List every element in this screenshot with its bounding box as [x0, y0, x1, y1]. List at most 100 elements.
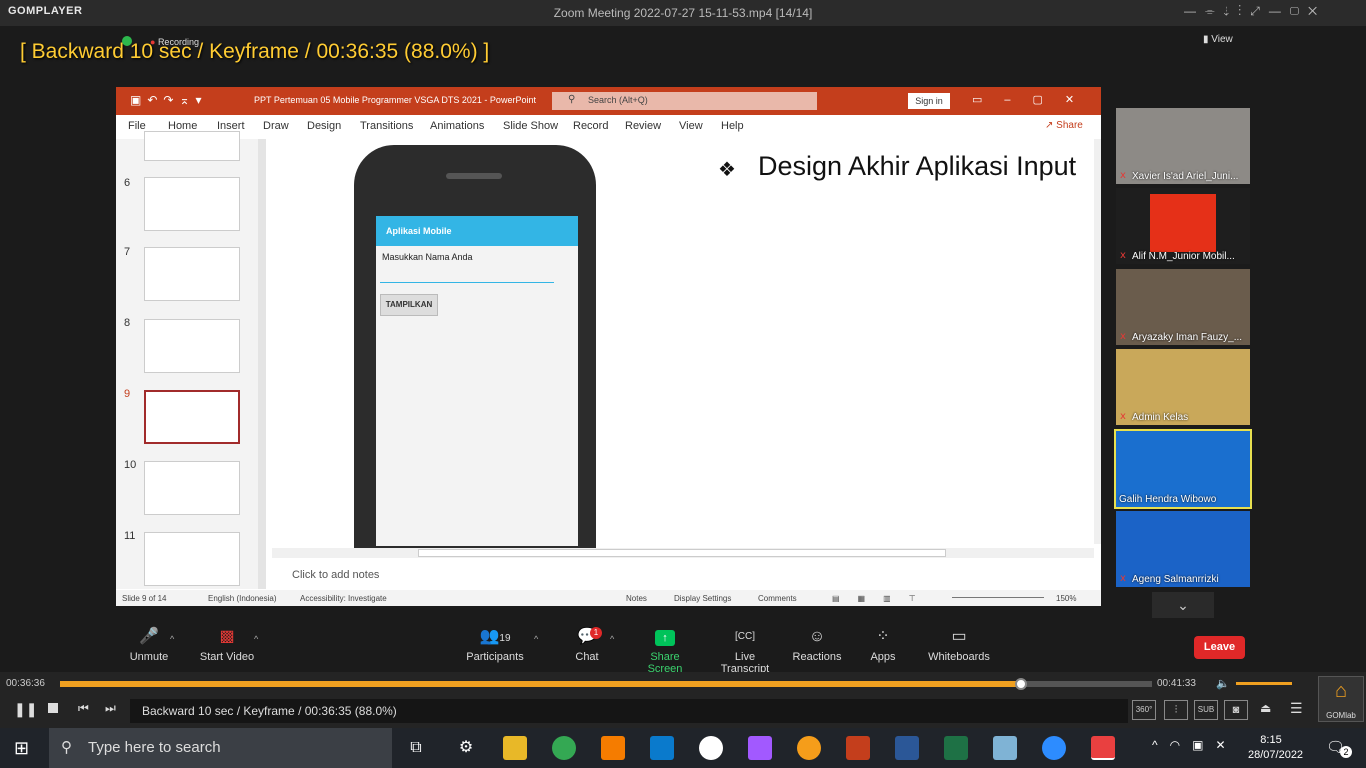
start-video-button[interactable]: ▩ Start Video: [198, 626, 256, 663]
participant-tile[interactable]: ⅹ Admin Kelas: [1116, 349, 1250, 425]
whiteboard-icon: ▭: [951, 628, 967, 645]
zoom-icon[interactable]: [1042, 736, 1066, 760]
participant-tile-active-speaker[interactable]: Galih Hendra Wibowo: [1114, 429, 1252, 509]
thumbnail-scrollbar[interactable]: [258, 139, 266, 589]
participant-tile[interactable]: ⅹ Alif N.M_Junior Mobil...: [1116, 188, 1250, 264]
search-placeholder: Search (Alt+Q): [588, 95, 648, 105]
settings-icon[interactable]: ⚙: [454, 736, 478, 760]
subtitle-button[interactable]: SUB: [1194, 700, 1218, 720]
display-settings-button[interactable]: Display Settings: [674, 594, 731, 603]
mic-muted-icon: ⅹ: [1120, 170, 1126, 181]
participant-tile[interactable]: ⅹ Ageng Salmanrrizki: [1116, 511, 1250, 587]
equalizer-icon[interactable]: ⫶: [1164, 700, 1188, 720]
tab-design[interactable]: Design: [307, 120, 341, 132]
word-icon[interactable]: [895, 736, 919, 760]
figma-icon[interactable]: [748, 736, 772, 760]
seek-handle[interactable]: [1014, 678, 1027, 690]
slide-thumbnail-11[interactable]: [144, 532, 240, 586]
ppt-search-box[interactable]: ⚲ Search (Alt+Q): [552, 92, 817, 110]
notes-pane[interactable]: Click to add notes: [292, 569, 379, 581]
participants-button[interactable]: 👥19 Participants: [466, 626, 524, 663]
slide-thumbnail-5[interactable]: [144, 131, 240, 161]
vr360-icon[interactable]: 360°: [1132, 700, 1156, 720]
chrome-icon[interactable]: [552, 736, 576, 760]
osd-message: [ Backward 10 sec / Keyframe / 00:36:35 …: [20, 40, 490, 63]
chevron-down-icon[interactable]: ⌄: [1152, 592, 1214, 618]
ppt-window-controls[interactable]: ▭–▢✕: [972, 93, 1096, 106]
mic-muted-icon: ⅹ: [1120, 411, 1126, 422]
comments-button[interactable]: Comments: [758, 594, 797, 603]
live-transcript-button[interactable]: [CC] Live Transcript: [710, 626, 780, 675]
previous-icon[interactable]: ⏮: [78, 701, 89, 716]
participant-tile[interactable]: ⅹ Xavier Is'ad Ariel_Juni...: [1116, 108, 1250, 184]
leave-button[interactable]: Leave: [1194, 636, 1245, 659]
slide-thumbnail-8[interactable]: [144, 319, 240, 373]
view-mode-icons[interactable]: ▤▦▥⊤: [832, 594, 934, 603]
tab-record[interactable]: Record: [573, 120, 608, 132]
quick-access-icons[interactable]: ▣↶↷⌅▾: [130, 93, 208, 107]
chevron-up-icon[interactable]: ^: [170, 634, 174, 644]
view-button[interactable]: ▮ View: [1203, 34, 1233, 45]
excel-icon[interactable]: [944, 736, 968, 760]
share-screen-button[interactable]: ↑ Share Screen: [632, 626, 698, 675]
taskbar-search[interactable]: ⚲ Type here to search: [49, 728, 392, 768]
apps-button[interactable]: ⁘ Apps: [866, 626, 900, 663]
slide-vertical-scrollbar[interactable]: [1094, 139, 1101, 544]
seek-track[interactable]: [60, 678, 1152, 690]
windows-start-icon[interactable]: ⊞: [14, 738, 29, 759]
system-tray-icons[interactable]: ^◠▣✕: [1152, 738, 1238, 752]
pause-icon[interactable]: ❚❚: [14, 701, 37, 718]
powerpoint-icon[interactable]: [846, 736, 870, 760]
gom-logo[interactable]: GOMPLAYER: [8, 5, 82, 17]
tab-animations[interactable]: Animations: [430, 120, 484, 132]
xampp-icon[interactable]: [601, 736, 625, 760]
accessibility-status[interactable]: Accessibility: Investigate: [300, 594, 387, 603]
participant-tile[interactable]: ⅹ Aryazaky Iman Fauzy_...: [1116, 269, 1250, 345]
tab-draw[interactable]: Draw: [263, 120, 289, 132]
task-view-icon[interactable]: ⧉: [404, 736, 428, 760]
reactions-label: Reactions: [792, 651, 842, 663]
app-icon[interactable]: [993, 736, 1017, 760]
zoom-level[interactable]: 150%: [1056, 594, 1076, 603]
slide-thumbnail-6[interactable]: [144, 177, 240, 231]
tab-slide-show[interactable]: Slide Show: [503, 120, 558, 132]
chevron-up-icon[interactable]: ^: [534, 634, 538, 644]
camera-icon[interactable]: ◙: [1224, 700, 1248, 720]
slide-thumbnail-7[interactable]: [144, 247, 240, 301]
file-explorer-icon[interactable]: [503, 736, 527, 760]
whiteboards-button[interactable]: ▭ Whiteboards: [926, 626, 992, 663]
volume-icon[interactable]: 🔈: [1216, 677, 1230, 690]
slide-thumbnail-9-selected[interactable]: [144, 390, 240, 444]
reactions-button[interactable]: ☺ Reactions: [792, 626, 842, 663]
eject-icon[interactable]: ⏏: [1260, 701, 1271, 715]
tab-view[interactable]: View: [679, 120, 703, 132]
tab-help[interactable]: Help: [721, 120, 744, 132]
slide-canvas[interactable]: Aplikasi Mobile Masukkan Nama Anda TAMPI…: [272, 139, 1094, 550]
chevron-up-icon[interactable]: ^: [254, 634, 258, 644]
taskbar-clock[interactable]: 8:15 28/07/2022: [1248, 733, 1304, 763]
unmute-button[interactable]: 🎤 Unmute: [126, 626, 172, 663]
notes-button[interactable]: Notes: [626, 594, 647, 603]
horizontal-scroll-thumb[interactable]: [418, 549, 946, 557]
slide-thumbnail-10[interactable]: [144, 461, 240, 515]
clock-date: 28/07/2022: [1248, 749, 1304, 761]
app-icon[interactable]: [699, 736, 723, 760]
language-status[interactable]: English (Indonesia): [208, 594, 276, 603]
share-button[interactable]: ↗ Share: [1045, 120, 1083, 131]
menu-icon[interactable]: ☰: [1290, 700, 1303, 717]
next-icon[interactable]: ⏭: [105, 701, 116, 716]
volume-slider[interactable]: [1236, 682, 1292, 685]
tab-transitions[interactable]: Transitions: [360, 120, 413, 132]
gomlab-button[interactable]: ⌂ GOMlab: [1318, 676, 1364, 722]
slide-thumbnail-pane: 6 7 8 9 10 11: [116, 131, 266, 589]
tab-review[interactable]: Review: [625, 120, 661, 132]
sign-in-button[interactable]: Sign in: [908, 93, 950, 109]
window-controls[interactable]: —⌯⇣⁝⤢—▢✕: [1184, 4, 1326, 19]
zoom-slider[interactable]: [952, 597, 1044, 598]
vscode-icon[interactable]: [650, 736, 674, 760]
slide-horizontal-scrollbar[interactable]: [272, 548, 1094, 558]
chevron-up-icon[interactable]: ^: [610, 634, 614, 644]
gom-player-icon[interactable]: [1091, 736, 1115, 760]
p-app-icon[interactable]: [797, 736, 821, 760]
stop-icon[interactable]: [48, 703, 58, 713]
